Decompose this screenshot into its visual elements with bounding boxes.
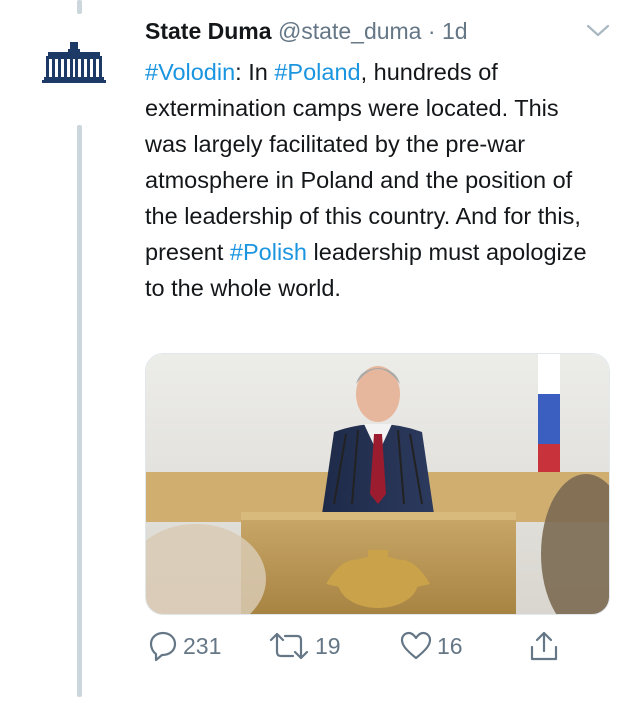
header-separator: · bbox=[427, 18, 436, 44]
hashtag-link[interactable]: #Polish bbox=[230, 239, 307, 265]
chevron-down-icon bbox=[586, 24, 610, 37]
display-name[interactable]: State Duma bbox=[145, 18, 272, 44]
thread-line-bottom bbox=[77, 125, 82, 697]
speaker-photo bbox=[146, 354, 609, 614]
like-button[interactable]: 16 bbox=[399, 624, 463, 668]
like-icon bbox=[400, 631, 432, 660]
tweet-text-segment: : In bbox=[235, 59, 275, 85]
hashtag-link[interactable]: #Poland bbox=[274, 59, 360, 85]
tweet-media[interactable] bbox=[145, 353, 610, 615]
reply-count: 231 bbox=[183, 632, 222, 659]
reply-button[interactable]: 231 bbox=[145, 624, 221, 668]
share-button[interactable] bbox=[527, 624, 561, 668]
duma-building-icon bbox=[42, 42, 106, 83]
like-count: 16 bbox=[437, 632, 463, 659]
share-icon bbox=[530, 631, 558, 661]
tweet-timestamp[interactable]: 1d bbox=[442, 18, 468, 44]
retweet-button[interactable]: 19 bbox=[267, 624, 341, 668]
more-options-button[interactable] bbox=[584, 20, 612, 40]
hashtag-link[interactable]: #Volodin bbox=[145, 59, 235, 85]
retweet-count: 19 bbox=[315, 632, 341, 659]
tweet-text: #Volodin: In #Poland, hundreds of exterm… bbox=[145, 54, 605, 306]
retweet-icon bbox=[269, 632, 309, 660]
reply-icon bbox=[149, 631, 177, 662]
user-handle[interactable]: @state_duma bbox=[278, 18, 422, 44]
avatar[interactable] bbox=[34, 42, 114, 90]
thread-line-top bbox=[77, 0, 82, 14]
tweet-header: State Duma @state_duma · 1d bbox=[145, 14, 468, 48]
tweet-text-segment: , hundreds of extermination camps were l… bbox=[145, 59, 581, 265]
